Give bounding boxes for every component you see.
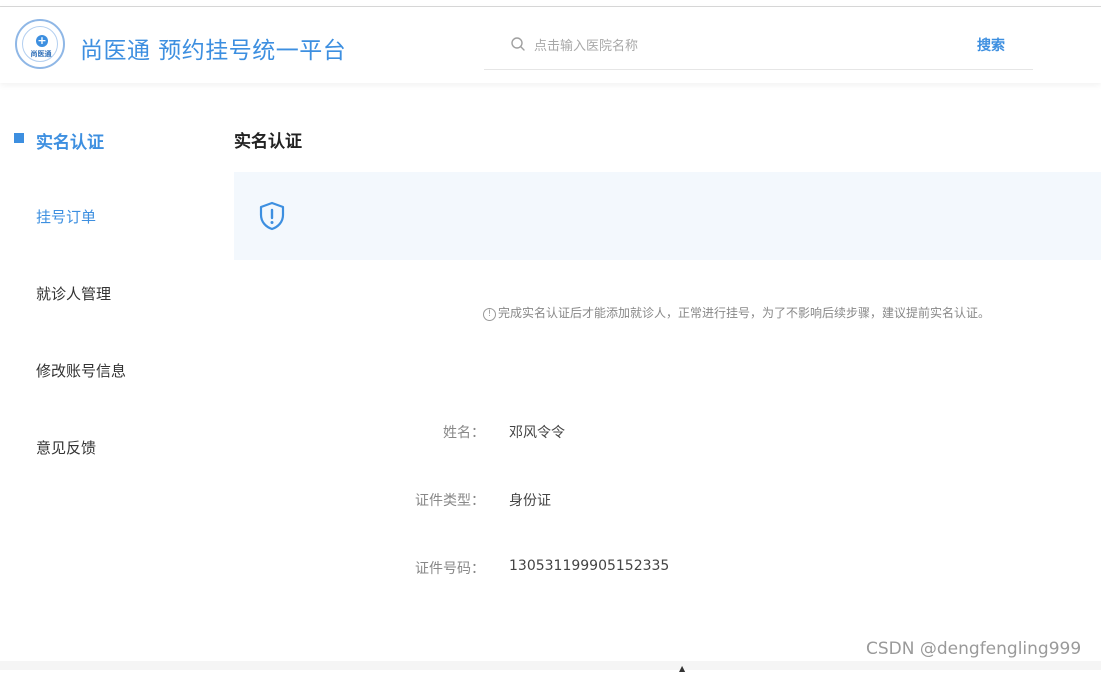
auth-banner — [234, 172, 1101, 260]
logo-ring: + 尚医通 — [22, 26, 58, 62]
logo[interactable]: + 尚医通 — [15, 19, 65, 69]
app-title[interactable]: 尚医通 预约挂号统一平台 — [80, 31, 346, 65]
logo-text: 尚医通 — [30, 50, 52, 58]
search-bar: 搜索 — [484, 25, 1033, 70]
search-icon — [511, 37, 525, 51]
tip-text: 完成实名认证后才能添加就诊人，正常进行挂号，为了不影响后续步骤，建议提前实名认证… — [498, 306, 991, 320]
id-type-value: 身份证 — [509, 493, 551, 509]
id-number-label: 证件号码： — [415, 561, 485, 577]
search-button[interactable]: 搜索 — [977, 35, 1005, 55]
auth-tip: ! 完成实名认证后才能添加就诊人，正常进行挂号，为了不影响后续步骤，建议提前实名认… — [483, 304, 990, 321]
mouse-cursor-icon: ▲ — [679, 664, 686, 673]
active-marker — [14, 133, 24, 143]
id-type-label: 证件类型： — [415, 493, 485, 509]
shield-alert-icon — [259, 201, 285, 231]
footer-bar — [0, 661, 1101, 670]
medical-cross-icon: + — [36, 34, 48, 47]
watermark: CSDN @dengfengling999 — [866, 639, 1082, 659]
header: + 尚医通 尚医通 预约挂号统一平台 搜索 — [0, 7, 1101, 83]
name-label: 姓名： — [443, 425, 485, 441]
sidebar-item-patients[interactable]: 就诊人管理 — [36, 283, 111, 304]
sidebar-item-feedback[interactable]: 意见反馈 — [36, 437, 96, 458]
id-number-value: 130531199905152335 — [509, 558, 670, 574]
sidebar-item-account-info[interactable]: 修改账号信息 — [36, 360, 126, 381]
search-input[interactable] — [534, 35, 914, 57]
sidebar-item-orders[interactable]: 挂号订单 — [36, 206, 96, 227]
page-title: 实名认证 — [234, 132, 302, 152]
info-icon: ! — [483, 308, 496, 321]
sidebar-item-real-name-auth[interactable]: 实名认证 — [36, 128, 104, 153]
name-value: 邓风令令 — [509, 425, 565, 441]
